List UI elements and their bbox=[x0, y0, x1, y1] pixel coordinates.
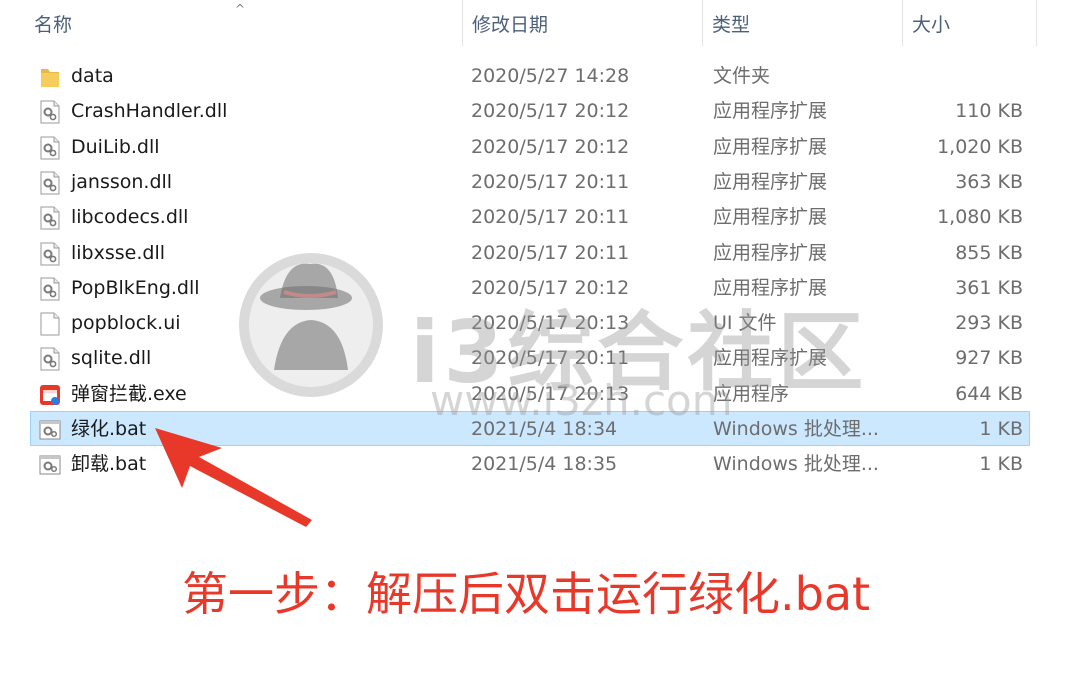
step-instruction: 第一步：解压后双击运行绿化.bat bbox=[182, 567, 871, 621]
